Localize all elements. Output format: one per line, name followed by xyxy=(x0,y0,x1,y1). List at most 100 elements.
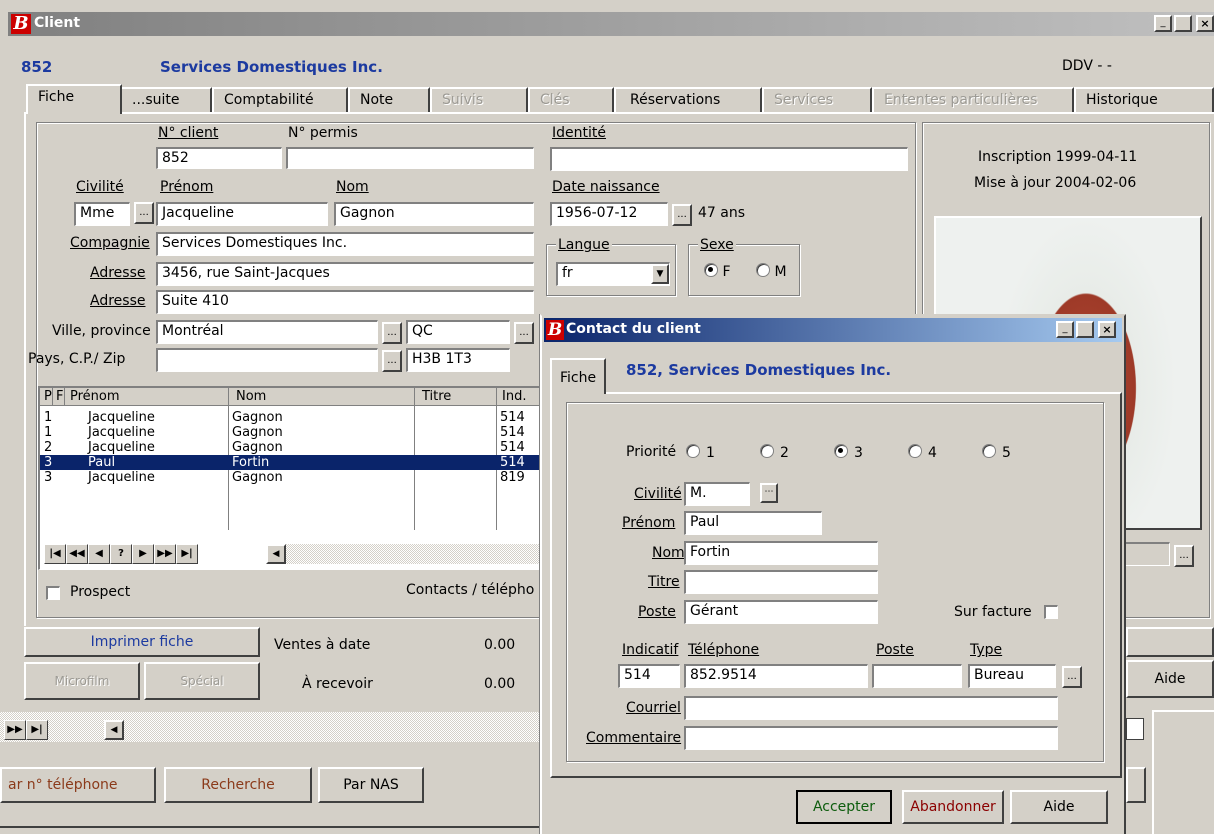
tab-fiche[interactable]: Fiche xyxy=(26,84,122,114)
abandonner-button[interactable]: Abandonner xyxy=(902,790,1004,824)
table-row[interactable]: 1 Jacqueline Gagnon 514 xyxy=(40,425,544,440)
no-permis-field[interactable] xyxy=(286,147,534,169)
poste-tel-field[interactable] xyxy=(872,664,962,688)
last-record-icon[interactable]: ▶| xyxy=(176,544,198,564)
prev-record-icon[interactable]: ◀ xyxy=(88,544,110,564)
accepter-button[interactable]: Accepter xyxy=(796,790,892,824)
dialog-minimize-button[interactable]: _ xyxy=(1056,321,1074,338)
dialog-close-button[interactable]: × xyxy=(1098,321,1116,338)
dialog-aide-button[interactable]: Aide xyxy=(1010,790,1108,824)
chevron-down-icon[interactable]: ▼ xyxy=(651,264,669,284)
prev-page-icon[interactable]: ◀◀ xyxy=(66,544,88,564)
dialog-poste-field[interactable]: Gérant xyxy=(684,600,878,624)
adresse1-field[interactable]: 3456, rue Saint-Jacques xyxy=(156,262,534,286)
radio-icon xyxy=(982,444,996,458)
type-field[interactable]: Bureau xyxy=(968,664,1056,688)
tab-suivis[interactable]: Suivis xyxy=(430,87,528,113)
minimize-button[interactable]: _ xyxy=(1154,15,1172,32)
grid-cell-p: 3 xyxy=(44,470,53,485)
par-telephone-button[interactable]: ar n° téléphone xyxy=(0,767,156,803)
dialog-prenom-field[interactable]: Paul xyxy=(684,511,822,535)
table-row[interactable]: 3 Paul Fortin 514 xyxy=(40,455,544,470)
right-lower-button[interactable] xyxy=(1126,767,1146,803)
civilite-picker-button[interactable]: ... xyxy=(134,202,154,224)
prenom-field[interactable]: Jacqueline xyxy=(156,202,328,226)
adresse2-field[interactable]: Suite 410 xyxy=(156,290,534,314)
province-picker-button[interactable]: ... xyxy=(514,322,534,344)
priorite-radio-3[interactable]: 3 xyxy=(834,444,863,461)
dialog-header: 852, Services Domestiques Inc. xyxy=(626,361,892,379)
dialog-maximize-button[interactable] xyxy=(1076,321,1094,338)
tab-ententes[interactable]: Ententes particulières xyxy=(872,87,1074,113)
priorite-radio-5[interactable]: 5 xyxy=(982,444,1011,461)
no-client-field[interactable]: 852 xyxy=(156,147,282,169)
dialog-tab-fiche[interactable]: Fiche xyxy=(550,358,606,394)
grid-cell-prenom: Jacqueline xyxy=(88,440,155,455)
nom-field[interactable]: Gagnon xyxy=(334,202,534,226)
right-scroll-fragment[interactable] xyxy=(1126,718,1144,740)
telephone-field[interactable]: 852.9514 xyxy=(684,664,868,688)
tab-suite[interactable]: ...suite xyxy=(120,87,212,113)
tab-services[interactable]: Services xyxy=(762,87,872,113)
prospect-checkbox[interactable] xyxy=(46,586,60,600)
priorite-radio-2[interactable]: 2 xyxy=(760,444,789,461)
date-naissance-field[interactable]: 1956-07-12 xyxy=(550,202,668,226)
main-aide-button[interactable]: Aide xyxy=(1126,660,1214,698)
right-blank-button[interactable] xyxy=(1126,627,1214,657)
type-label: Type xyxy=(970,642,1003,658)
dialog-titre-field[interactable] xyxy=(684,570,878,594)
priorite-radio-1[interactable]: 1 xyxy=(686,444,715,461)
dialog-nom-field[interactable]: Fortin xyxy=(684,541,878,565)
tab-cles[interactable]: Clés xyxy=(528,87,614,113)
table-row[interactable]: 2 Jacqueline Gagnon 514 xyxy=(40,440,544,455)
zip-field[interactable]: H3B 1T3 xyxy=(406,348,510,372)
next-record-icon[interactable]: ▶ xyxy=(132,544,154,564)
priorite-radio-4[interactable]: 4 xyxy=(908,444,937,461)
province-field[interactable]: QC xyxy=(406,320,510,344)
ville-field[interactable]: Montréal xyxy=(156,320,378,344)
date-picker-button[interactable]: ... xyxy=(672,204,692,226)
compagnie-field[interactable]: Services Domestiques Inc. xyxy=(156,232,534,256)
dialog-civilite-field[interactable]: M. xyxy=(684,482,750,506)
close-button[interactable]: × xyxy=(1196,15,1214,32)
dialog-title-bar[interactable]: B Contact du client _ × xyxy=(544,318,1122,342)
microfilm-button[interactable]: Microfilm xyxy=(24,662,140,700)
lower-scroll-left-icon[interactable]: ◀ xyxy=(104,720,124,740)
sexe-m-radio[interactable]: M xyxy=(756,263,787,280)
next-page-icon[interactable]: ▶▶ xyxy=(154,544,176,564)
maximize-button[interactable] xyxy=(1174,15,1192,32)
special-button[interactable]: Spécial xyxy=(144,662,260,700)
langue-select[interactable]: fr ▼ xyxy=(556,262,670,286)
tab-comptabilite[interactable]: Comptabilité xyxy=(212,87,348,113)
courriel-field[interactable] xyxy=(684,696,1058,720)
imprimer-fiche-button[interactable]: Imprimer fiche xyxy=(24,627,260,657)
lower-next-page-icon[interactable]: ▶▶ xyxy=(4,720,26,740)
table-row[interactable]: 3 Jacqueline Gagnon 819 xyxy=(40,470,544,485)
civilite-field[interactable]: Mme xyxy=(74,202,130,226)
par-nas-button[interactable]: Par NAS xyxy=(318,767,424,803)
pays-field[interactable] xyxy=(156,348,378,372)
search-record-icon[interactable]: ? xyxy=(110,544,132,564)
ville-picker-button[interactable]: ... xyxy=(382,322,402,344)
recherche-button[interactable]: Recherche xyxy=(164,767,312,803)
sexe-f-radio[interactable]: F xyxy=(704,263,731,280)
main-title-bar[interactable]: B Client _ × xyxy=(8,12,1214,36)
tab-reservations[interactable]: Réservations xyxy=(614,87,762,113)
lower-last-record-icon[interactable]: ▶| xyxy=(26,720,48,740)
indicatif-field[interactable]: 514 xyxy=(618,664,680,688)
type-picker-button[interactable]: ... xyxy=(1062,666,1082,688)
identite-field[interactable] xyxy=(550,147,908,171)
contacts-grid[interactable]: P F Prénom Nom Titre Ind. 1 Jacqueline Gag… xyxy=(38,386,546,570)
grid-scroll-left-icon[interactable]: ◀ xyxy=(266,544,286,564)
dialog-civilite-picker-button[interactable]: ⋯ xyxy=(760,483,778,503)
tab-historique[interactable]: Historique xyxy=(1074,87,1214,113)
sur-facture-checkbox[interactable] xyxy=(1044,605,1058,619)
pays-picker-button[interactable]: ... xyxy=(382,350,402,372)
table-row[interactable]: 1 Jacqueline Gagnon 514 xyxy=(40,410,544,425)
commentaire-field[interactable] xyxy=(684,726,1058,750)
first-record-icon[interactable]: |◀ xyxy=(44,544,66,564)
photo-picker-button[interactable]: ... xyxy=(1174,545,1194,567)
grid-hscrollbar[interactable] xyxy=(286,544,546,564)
main-window-title: Client xyxy=(34,15,81,31)
tab-note[interactable]: Note xyxy=(348,87,430,113)
